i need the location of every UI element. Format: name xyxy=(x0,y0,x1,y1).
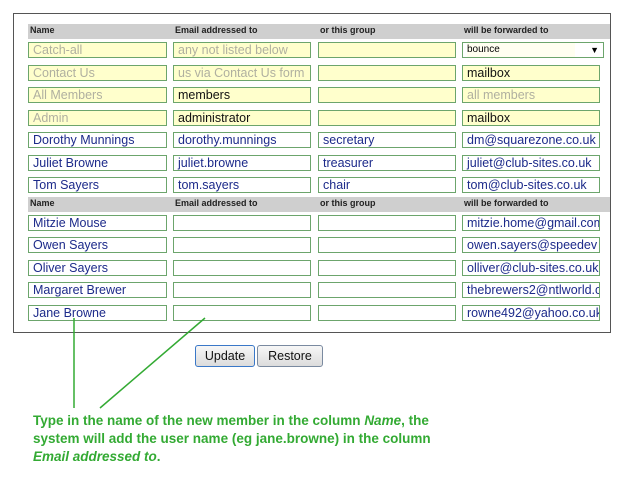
callout-line-email xyxy=(99,317,206,409)
instruction-note: Type in the name of the new member in th… xyxy=(33,412,433,466)
note-text-3: . xyxy=(156,449,161,464)
callout-lines xyxy=(73,317,206,409)
note-name-column: Name xyxy=(364,413,402,428)
note-email-column: Email addressed to xyxy=(33,449,157,464)
note-text-1: Type in the name of the new member in th… xyxy=(33,413,361,428)
